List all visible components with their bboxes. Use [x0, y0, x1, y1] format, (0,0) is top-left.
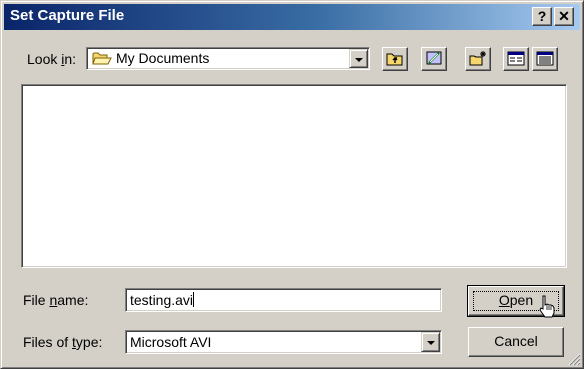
file-type-label-part: Files of	[23, 334, 73, 350]
file-type-label: Files of type:	[23, 334, 102, 350]
up-one-level-button[interactable]	[382, 47, 408, 71]
help-icon: ?	[537, 8, 547, 24]
look-in-label: Look in:	[27, 51, 76, 67]
desktop-button[interactable]	[421, 47, 447, 71]
list-view-icon	[507, 51, 525, 66]
new-folder-icon	[469, 51, 486, 66]
cancel-label: Cancel	[494, 333, 538, 349]
desktop-icon	[426, 51, 442, 65]
list-view-button[interactable]	[503, 47, 529, 71]
up-one-level-icon	[386, 53, 403, 66]
look-in-dropdown-button[interactable]	[349, 49, 368, 68]
file-type-label-part: ype:	[75, 334, 103, 350]
cancel-button[interactable]: Cancel	[468, 327, 564, 357]
close-button[interactable]: ✕	[554, 7, 574, 26]
folder-open-icon	[92, 52, 112, 65]
file-name-label: File name:	[23, 292, 88, 308]
details-view-button[interactable]	[532, 47, 558, 71]
file-name-value: testing.avi	[130, 292, 195, 308]
file-name-text: testing.avi	[130, 292, 194, 308]
window-title: Set Capture File	[10, 7, 125, 24]
file-name-input[interactable]: testing.avi	[125, 288, 442, 312]
file-type-dropdown-button[interactable]	[421, 332, 440, 352]
look-in-label-part: n:	[64, 51, 77, 67]
file-name-label-part: ame:	[57, 292, 89, 308]
close-icon: ✕	[558, 8, 570, 24]
hand-pointer-icon	[539, 295, 555, 318]
details-view-icon	[536, 51, 554, 66]
new-folder-button[interactable]	[465, 47, 491, 71]
title-bar[interactable]: Set Capture File ? ✕	[4, 4, 580, 30]
look-in-value: My Documents	[116, 50, 210, 66]
set-capture-file-dialog: Set Capture File ? ✕ Look in: My Documen…	[0, 0, 584, 369]
file-type-value: Microsoft AVI	[130, 334, 212, 350]
text-caret	[193, 292, 195, 307]
file-list[interactable]	[21, 84, 567, 268]
look-in-label-part: Look	[27, 51, 62, 67]
help-button[interactable]: ?	[532, 7, 552, 26]
look-in-combo[interactable]: My Documents	[86, 47, 370, 70]
resize-grip-icon[interactable]	[567, 352, 581, 366]
file-type-combo[interactable]: Microsoft AVI	[125, 330, 442, 354]
file-name-label-part: File	[23, 292, 50, 308]
